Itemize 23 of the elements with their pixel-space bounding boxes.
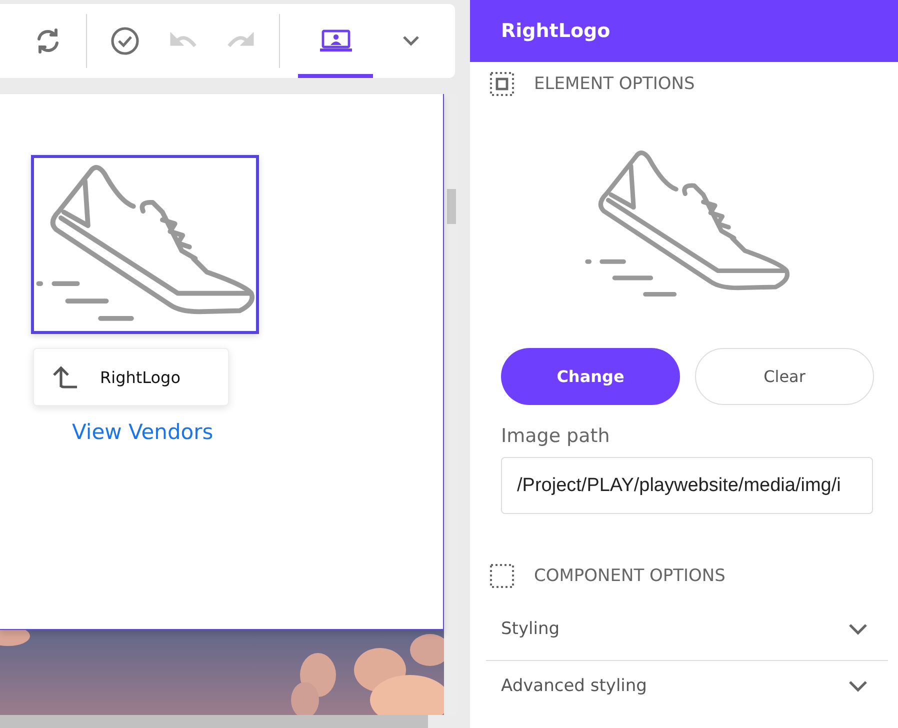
change-button[interactable]: Change (501, 348, 680, 405)
clear-button[interactable]: Clear (695, 348, 874, 405)
section-heading: COMPONENT OPTIONS (534, 566, 726, 586)
laptop-user-icon (318, 29, 352, 53)
image-path-field[interactable]: /Project/PLAY/playwebsite/media/img/i (501, 457, 873, 514)
select-parent-button[interactable]: RightLogo (33, 348, 229, 406)
component-select-icon (489, 563, 515, 589)
check-circle-icon (110, 26, 140, 56)
accordion-header[interactable]: Styling (486, 598, 888, 660)
redo-icon (226, 32, 256, 50)
panel-title: RightLogo (501, 20, 610, 42)
view-vendors-link[interactable]: View Vendors (72, 420, 214, 444)
section-heading: ELEMENT OPTIONS (534, 74, 695, 94)
field-label: Image path (500, 424, 611, 449)
undo-icon (168, 32, 198, 50)
scrollbar-thumb[interactable] (447, 189, 456, 224)
element-select-icon (489, 71, 515, 97)
arrow-up-return-icon (52, 365, 78, 389)
horizontal-scrollbar[interactable] (0, 715, 428, 728)
chevron-down-icon (848, 623, 868, 635)
accordion-header[interactable]: Advanced styling (486, 661, 888, 711)
chevron-down-icon (848, 680, 868, 692)
chevron-down-icon (402, 35, 420, 47)
